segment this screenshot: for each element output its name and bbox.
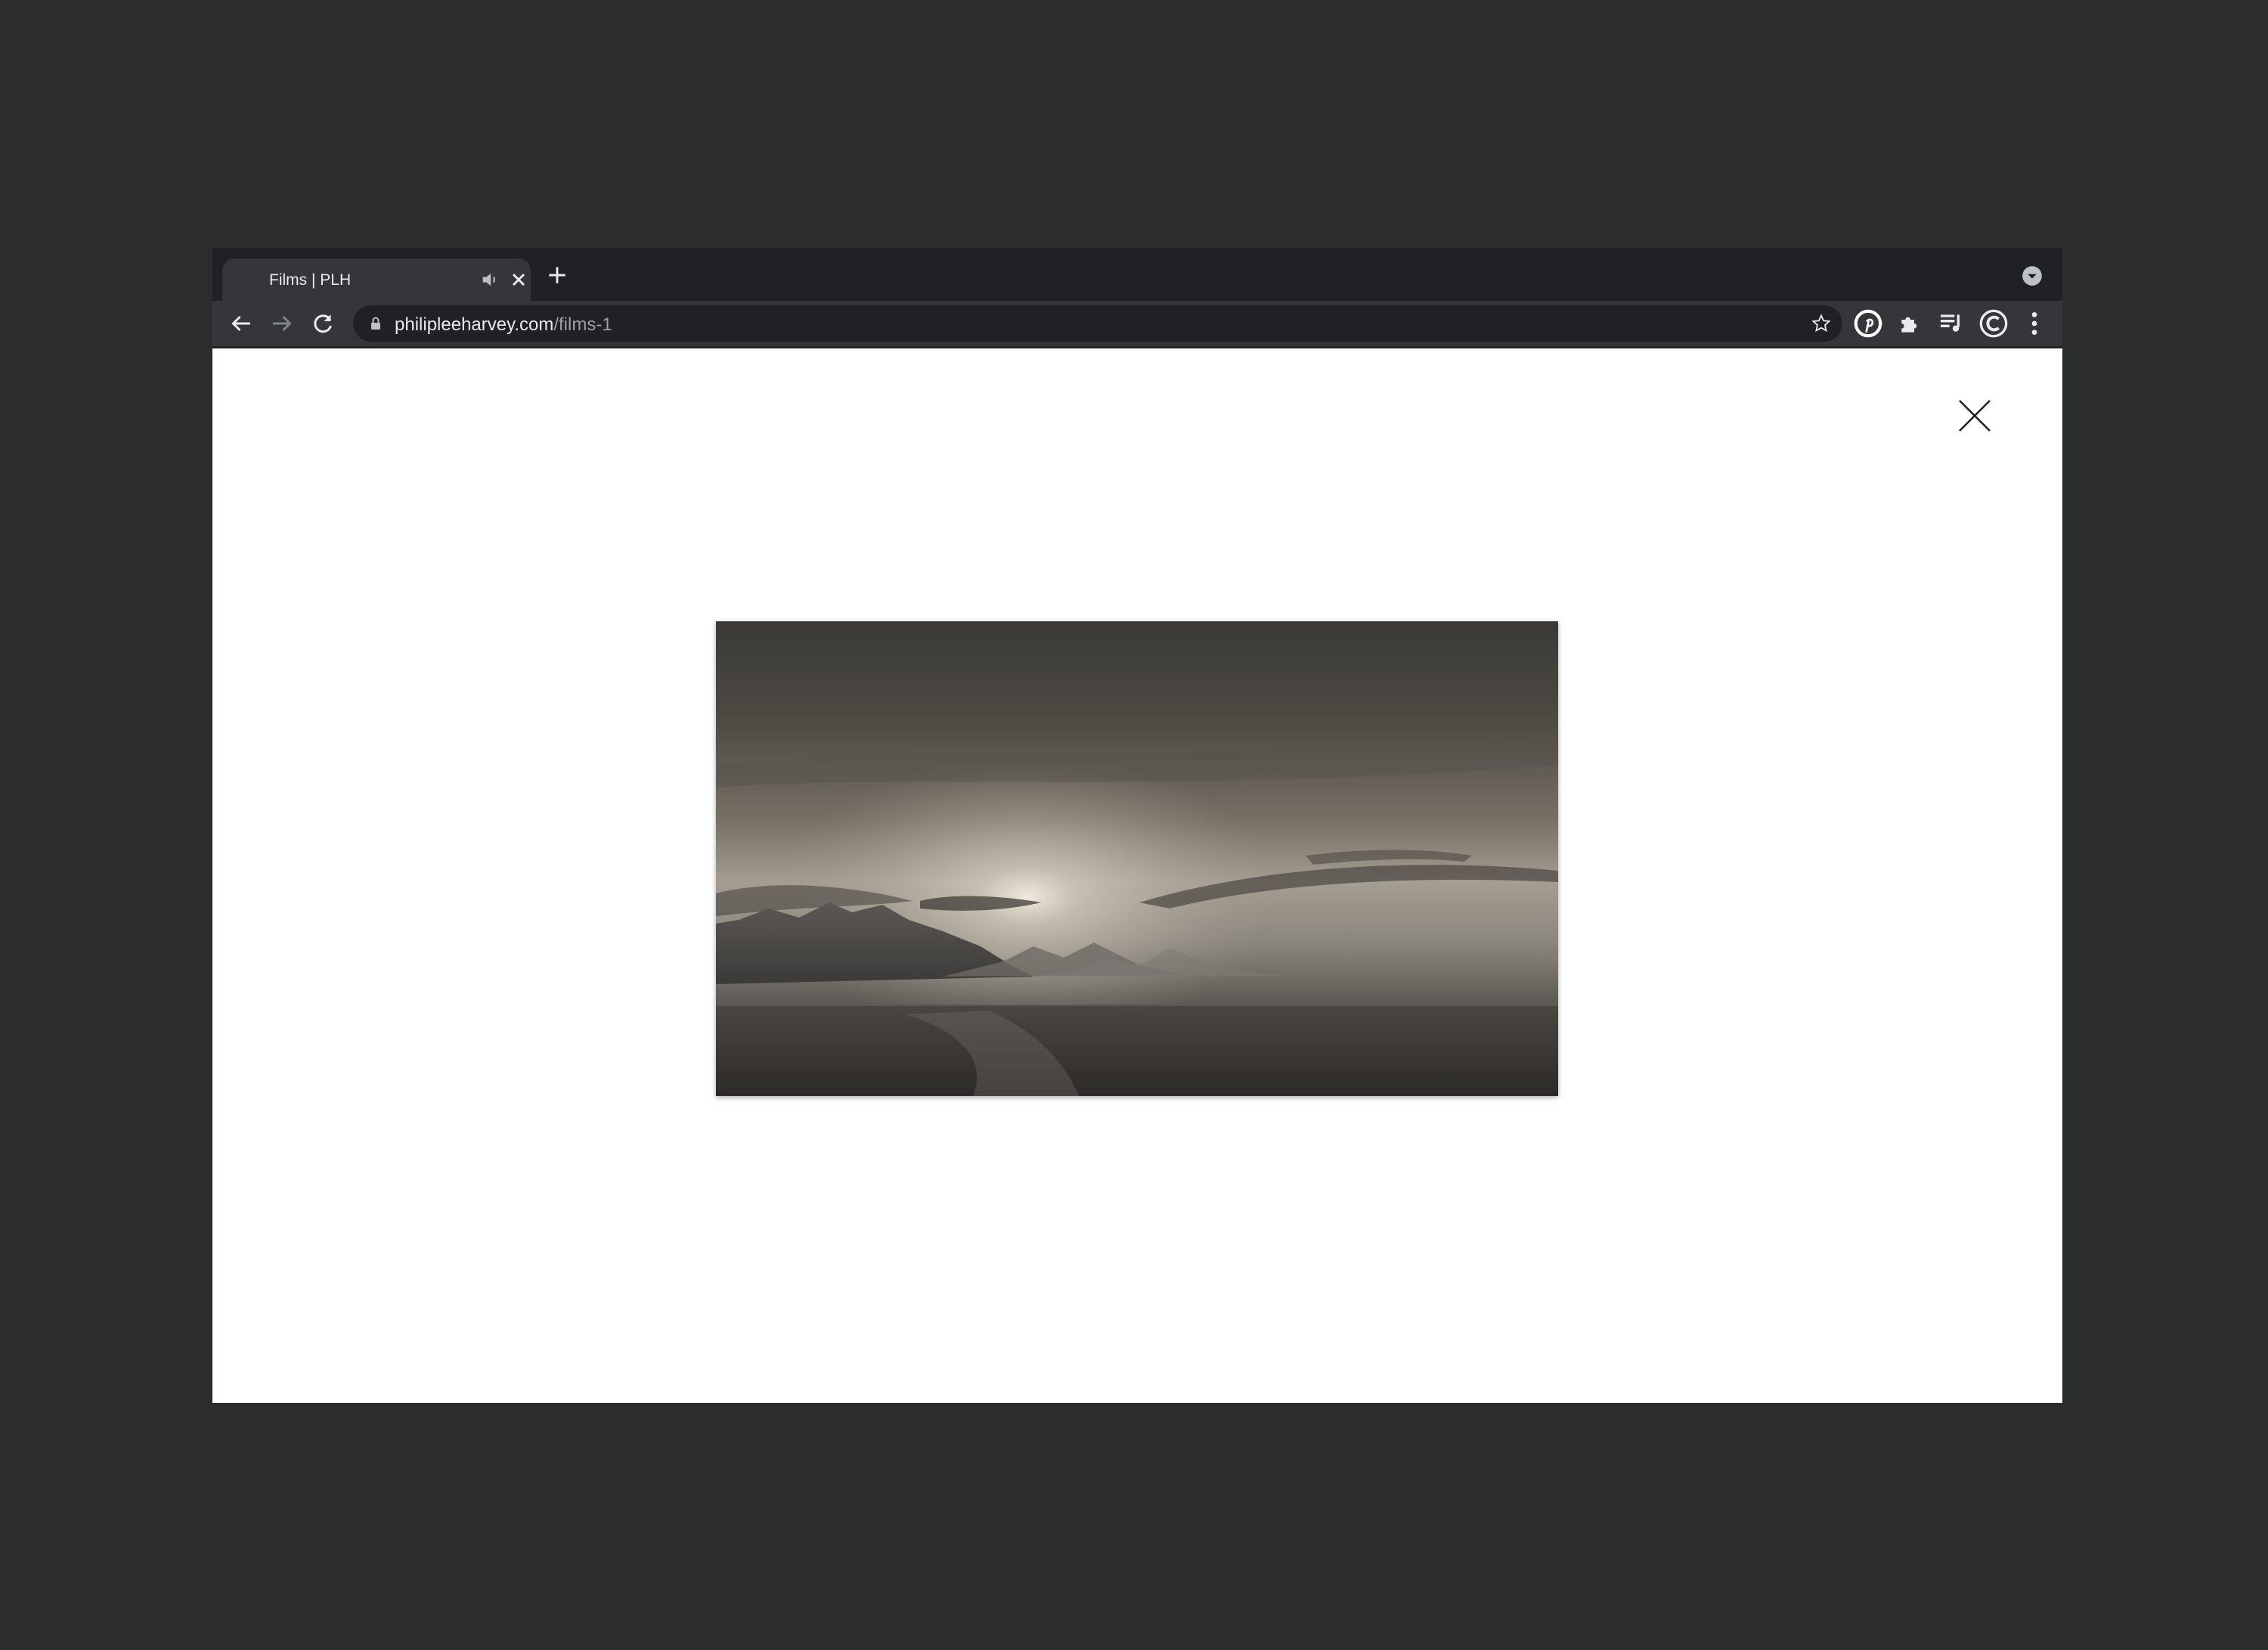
url-text: philipleeharvey.com/films-1 (395, 314, 612, 336)
tab-strip: Films | PLH (212, 248, 2062, 301)
url-domain: philipleeharvey.com (395, 314, 554, 335)
puzzle-icon[interactable] (1895, 308, 1926, 339)
star-icon[interactable] (1811, 313, 1832, 334)
c-logo-icon[interactable] (1978, 308, 2009, 339)
page-content (212, 348, 2062, 1403)
url-path: /films-1 (553, 314, 612, 335)
landscape-photo (716, 621, 1558, 1096)
speaker-icon[interactable] (479, 269, 500, 290)
film-still-image[interactable] (716, 621, 1558, 1096)
x-icon[interactable] (1956, 397, 1994, 435)
pinterest-icon[interactable] (1853, 308, 1883, 339)
kebab-menu-icon[interactable] (2019, 308, 2050, 339)
arrow-left-icon[interactable] (228, 310, 255, 337)
close-icon[interactable] (508, 269, 529, 290)
lock-icon (371, 317, 380, 330)
plus-icon[interactable] (545, 263, 569, 287)
chevron-down-icon[interactable] (2022, 265, 2043, 286)
playlist-icon[interactable] (1937, 308, 1967, 339)
arrow-right-icon[interactable] (268, 310, 296, 337)
browser-window: Films | PLH philipleeharvey.com/films-1 (212, 248, 2062, 1403)
reload-icon[interactable] (309, 310, 336, 337)
tab-title: Films | PLH (269, 271, 352, 289)
tab-films[interactable]: Films | PLH (222, 258, 531, 301)
address-bar[interactable]: philipleeharvey.com/films-1 (353, 305, 1842, 342)
toolbar: philipleeharvey.com/films-1 (212, 301, 2062, 346)
